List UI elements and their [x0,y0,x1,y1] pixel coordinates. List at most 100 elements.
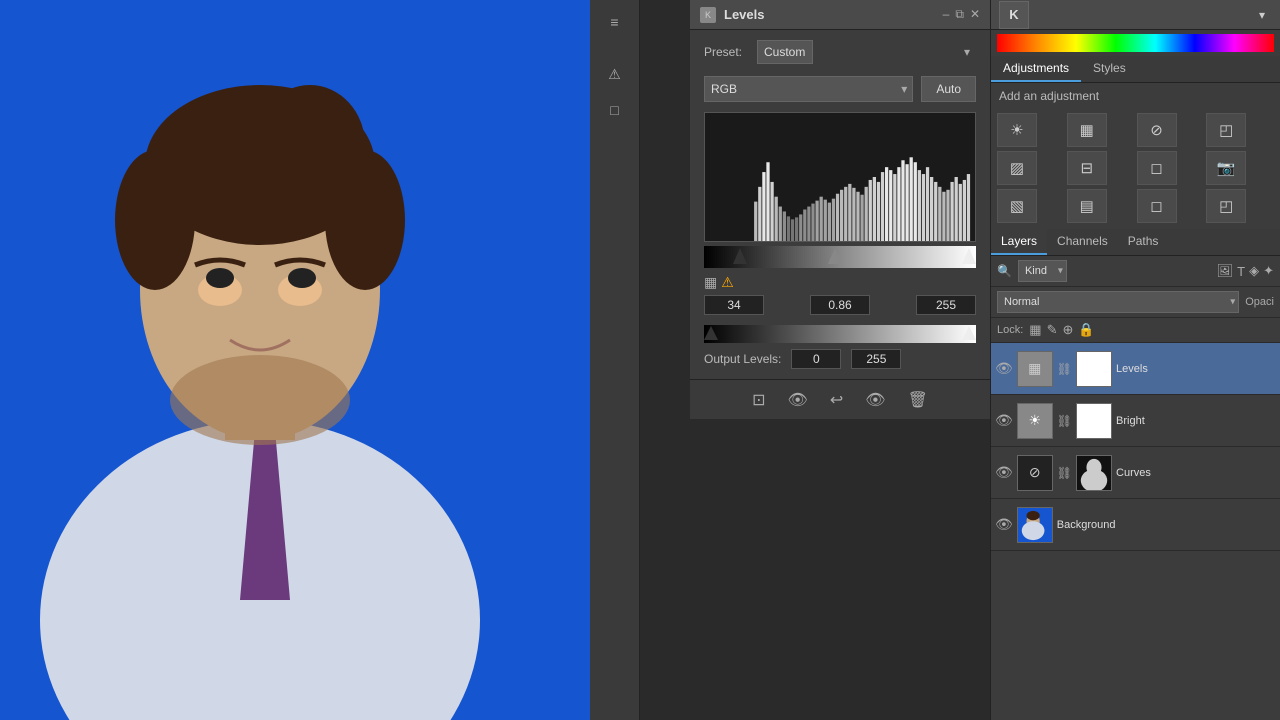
kind-select[interactable]: Kind [1018,260,1067,282]
chevron-down-icon[interactable]: ▾ [1252,5,1272,25]
tab-styles[interactable]: Styles [1081,56,1138,82]
exposure-btn[interactable]: ◰ [1206,113,1246,147]
chain-icon-bright: ⛓ [1057,414,1072,428]
tab-channels[interactable]: Channels [1047,229,1118,255]
levels-content: Preset: Custom RGB Auto [690,30,990,379]
layers-section: Layers Channels Paths 🔍 Kind 🖼 T ◈ ✦ [991,229,1280,720]
eye-icon-background[interactable]: 👁 [995,516,1013,533]
lock-paint-icon[interactable]: ✎ [1047,322,1058,338]
layer-name-background: Background [1057,519,1276,531]
blend-mode-row: Normal Opaci [991,287,1280,318]
layer-name-levels: Levels [1116,363,1276,375]
eye-icon-curves[interactable]: 👁 [995,464,1013,481]
collapse-panel-icon[interactable]: – [943,7,950,22]
levels-icon: K [700,7,716,23]
pixel-filter-icon[interactable]: 🖼 [1217,263,1234,279]
warning-icon-side[interactable]: ⚠ [601,60,629,88]
channel-mixer-btn[interactable]: ▤ [1067,189,1107,223]
highlight-input[interactable] [916,295,976,315]
output-min-input[interactable] [791,349,841,369]
visibility-button[interactable]: 👁 [861,388,889,412]
layers-list: 👁 ▦ ⛓ Levels 👁 ☀ ⛓ Bright 👁 ⊘ ⛓ [991,343,1280,720]
input-slider[interactable] [704,246,976,268]
person-svg [0,0,590,720]
eye-icon-bright[interactable]: 👁 [995,412,1013,429]
blend-mode-select[interactable]: Normal [997,291,1239,313]
lock-position-icon[interactable]: ⊕ [1063,322,1074,338]
curves-mask-svg [1077,455,1111,491]
right-panel: K ▾ Adjustments Styles Add an adjustment… [990,0,1280,720]
bw-btn[interactable]: 📷 [1206,151,1246,185]
input-values-row [704,295,976,315]
canvas-photo [0,0,590,720]
chain-icon-curves: ⛓ [1057,466,1072,480]
tab-paths[interactable]: Paths [1118,229,1169,255]
eye-icon-levels[interactable]: 👁 [995,360,1013,377]
layer-name-bright: Bright [1116,415,1276,427]
layers-search-icon[interactable]: 🔍 [997,264,1012,278]
square-icon-side[interactable]: □ [601,96,629,124]
channel-select[interactable]: RGB [704,76,913,102]
layer-thumb-curves-mask [1076,455,1112,491]
warning-row: ▦ ⚠ [704,274,976,291]
lock-all-icon[interactable]: 🔒 [1078,322,1094,338]
auto-button[interactable]: Auto [921,76,976,102]
opacity-label: Opaci [1245,296,1274,308]
color-spectrum-bar [997,34,1274,52]
curves-btn[interactable]: ⊘ [1137,113,1177,147]
delete-button[interactable]: 🗑 [904,388,932,412]
type-filter-icon[interactable]: T [1237,264,1245,279]
adj-tabs: Adjustments Styles [991,56,1280,83]
kind-row: 🔍 Kind 🖼 T ◈ ✦ [991,256,1280,287]
panel-title: Levels [724,7,764,22]
expand-panel-icon[interactable]: ⧉ [955,7,964,22]
tab-layers[interactable]: Layers [991,229,1047,255]
lock-pixels-icon[interactable]: ▦ [1029,322,1041,338]
output-white-handle[interactable] [962,326,976,340]
brightness-contrast-btn[interactable]: ☀ [997,113,1037,147]
photo-filter-btn[interactable]: ▧ [997,189,1037,223]
layer-item-bright[interactable]: 👁 ☀ ⛓ Bright [991,395,1280,447]
color-balance-btn[interactable]: ◻ [1137,151,1177,185]
close-panel-icon[interactable]: ✕ [970,7,980,22]
layer-item-background[interactable]: 👁 Background [991,499,1280,551]
levels-warning-icon: ⚠ [721,274,734,291]
layer-thumb-levels-adj: ▦ [1017,351,1053,387]
clip-button[interactable]: ⊡ [748,388,769,412]
output-gradient[interactable] [704,325,976,343]
vibrance-btn[interactable]: ▨ [997,151,1037,185]
canvas-below-levels [690,419,990,720]
eye-preview-button[interactable]: 👁 [784,388,812,412]
posterize-btn[interactable]: ◰ [1206,189,1246,223]
preset-select-wrap: Custom [757,40,976,64]
midtone-handle[interactable] [828,248,842,264]
canvas-area [0,0,590,720]
output-black-handle[interactable] [704,326,718,340]
collapse-icon[interactable]: ≡ [601,8,629,36]
shape-filter-icon[interactable]: ◈ [1249,263,1259,279]
black-point-handle[interactable] [733,248,747,264]
preset-label: Preset: [704,45,749,59]
add-adjustment-label: Add an adjustment [991,83,1280,109]
histogram-tools-icon: ▦ [704,274,717,291]
channel-select-wrap: RGB [704,76,913,102]
panel-title-bar: K Levels – ⧉ ✕ [690,0,990,30]
reset-button[interactable]: ↩ [826,388,847,412]
white-point-handle[interactable] [962,248,976,264]
shadow-input[interactable] [704,295,764,315]
color-lookup-btn[interactable]: ◻ [1137,189,1177,223]
output-max-input[interactable] [851,349,901,369]
levels-btn[interactable]: ▦ [1067,113,1107,147]
adj-icons-grid-1: ☀ ▦ ⊘ ◰ [991,109,1280,151]
smart-filter-icon[interactable]: ✦ [1263,263,1274,279]
midtone-input[interactable] [810,295,870,315]
layer-item-curves[interactable]: 👁 ⊘ ⛓ Curves [991,447,1280,499]
tab-adjustments[interactable]: Adjustments [991,56,1081,82]
middle-wrapper: ≡ ⚠ □ K Levels – ⧉ ✕ Preset: Custom [590,0,990,720]
preset-select[interactable]: Custom [757,40,813,64]
layer-item-levels[interactable]: 👁 ▦ ⛓ Levels [991,343,1280,395]
output-levels-label: Output Levels: [704,352,781,366]
hsl-btn[interactable]: ⊟ [1067,151,1107,185]
right-top-bar: K ▾ [991,0,1280,30]
background-thumb-svg [1018,507,1052,543]
